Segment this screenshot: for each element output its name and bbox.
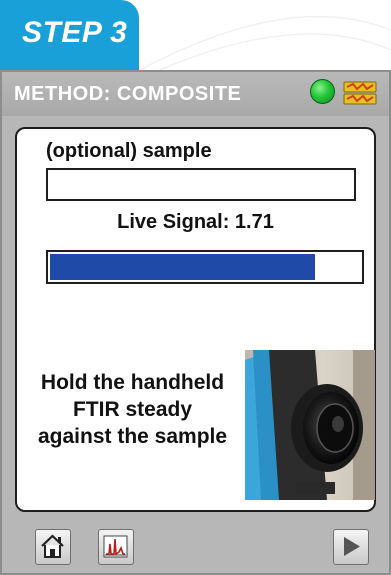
- instruction-text: Hold the handheld FTIR steady against th…: [25, 369, 240, 450]
- step-tab: STEP 3: [0, 0, 139, 70]
- live-signal-readout: Live Signal: 1.71: [117, 211, 274, 233]
- instruction-line: Hold the handheld: [40, 371, 225, 394]
- header-bar: METHOD: COMPOSITE: [2, 72, 389, 116]
- instruction-line: FTIR steady: [72, 398, 193, 421]
- content-panel: (optional) sample Live Signal: 1.71 Hold…: [15, 127, 376, 512]
- step-label: STEP 3: [22, 16, 128, 49]
- footer-bar: [2, 517, 389, 573]
- handheld-ftir-photo: [245, 350, 375, 500]
- instruction-line: against the sample: [37, 425, 228, 448]
- device-screen: METHOD: COMPOSITE (optional) sample Live…: [0, 70, 391, 575]
- battery-icon: [343, 81, 377, 105]
- method-title: METHOD: COMPOSITE: [14, 83, 242, 105]
- next-button[interactable]: [333, 529, 369, 565]
- sample-input[interactable]: [46, 168, 356, 201]
- signal-meter: [46, 250, 364, 284]
- step-screen: STEP 3 METHOD: COMPOSITE (optional) samp…: [0, 0, 391, 575]
- home-button[interactable]: [35, 529, 71, 565]
- sample-label: (optional) sample: [46, 140, 212, 162]
- home-icon: [41, 534, 64, 558]
- status-indicator-icon: [310, 79, 335, 104]
- play-arrow-icon: [344, 537, 360, 556]
- spectrum-icon: [103, 535, 128, 558]
- signal-meter-fill: [50, 254, 316, 280]
- spectrum-button[interactable]: [98, 529, 134, 565]
